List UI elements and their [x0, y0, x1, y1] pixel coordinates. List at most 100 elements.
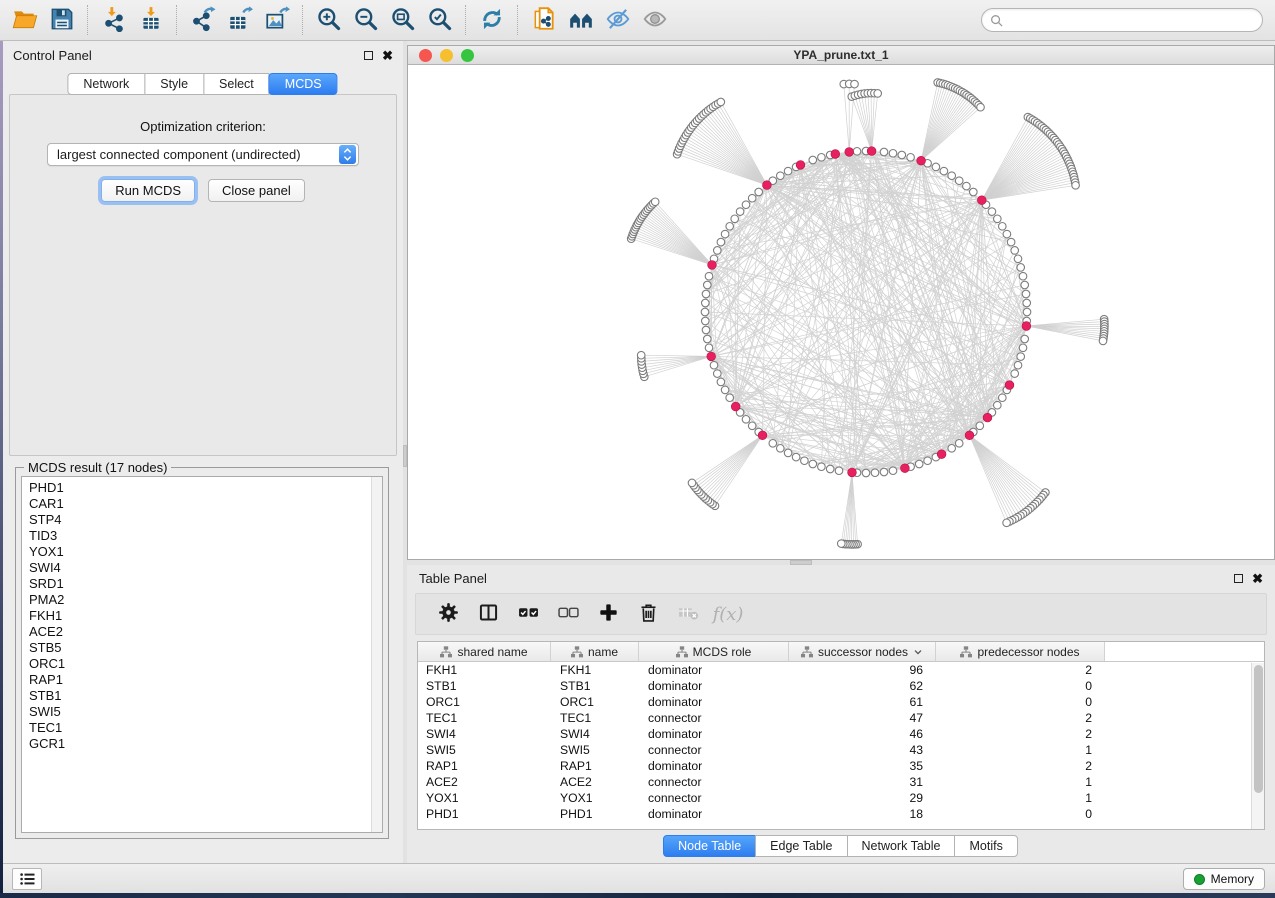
column-label: name — [588, 645, 618, 659]
column-header-successor-nodes[interactable]: successor nodes — [789, 642, 936, 661]
table-row[interactable]: FKH1FKH1dominator962 — [418, 662, 1264, 678]
table-row[interactable]: ACE2ACE2connector311 — [418, 774, 1264, 790]
close-panel-icon[interactable]: ✖ — [382, 49, 393, 62]
run-mcds-button[interactable]: Run MCDS — [101, 179, 195, 202]
table-row[interactable]: YOX1YOX1connector291 — [418, 790, 1264, 806]
open-file-button[interactable] — [6, 3, 43, 37]
network-window-title: YPA_prune.txt_1 — [793, 48, 888, 62]
mcds-result-node[interactable]: SWI5 — [29, 704, 382, 720]
show-graphics-details-button[interactable] — [636, 3, 673, 37]
export-table-button[interactable] — [221, 3, 258, 37]
mcds-result-node[interactable]: ORC1 — [29, 656, 382, 672]
mcds-result-node[interactable]: TEC1 — [29, 720, 382, 736]
cell-name: RAP1 — [551, 759, 639, 773]
search-input[interactable] — [1008, 13, 1254, 27]
table-row[interactable]: RAP1RAP1dominator352 — [418, 758, 1264, 774]
import-table-button[interactable] — [132, 3, 169, 37]
window-close-light[interactable] — [419, 49, 432, 62]
float-table-panel-icon[interactable] — [1234, 574, 1243, 583]
mcds-result-list[interactable]: PHD1CAR1STP4TID3YOX1SWI4SRD1PMA2FKH1ACE2… — [21, 476, 383, 833]
table-settings-button[interactable] — [430, 597, 466, 631]
cell-mcds_role: connector — [639, 743, 789, 757]
mcds-result-node[interactable]: ACE2 — [29, 624, 382, 640]
export-network-button[interactable] — [184, 3, 221, 37]
tab-style[interactable]: Style — [144, 73, 204, 95]
mcds-result-node[interactable]: PHD1 — [29, 480, 382, 496]
tab-node-table[interactable]: Node Table — [663, 835, 756, 857]
close-panel-button[interactable]: Close panel — [208, 179, 305, 202]
tab-mcds[interactable]: MCDS — [269, 73, 338, 95]
column-header-name[interactable]: name — [551, 642, 639, 661]
refresh-layout-button[interactable] — [473, 3, 510, 37]
select-all-columns-button[interactable] — [510, 597, 546, 631]
tab-select[interactable]: Select — [203, 73, 270, 95]
share-document-button[interactable] — [525, 3, 562, 37]
toolbar-separator — [176, 5, 177, 35]
cell-name: YOX1 — [551, 791, 639, 805]
mcds-result-node[interactable]: STB5 — [29, 640, 382, 656]
criterion-selected-value: largest connected component (undirected) — [48, 147, 337, 162]
zoom-in-button[interactable] — [310, 3, 347, 37]
table-row[interactable]: PHD1PHD1dominator180 — [418, 806, 1264, 822]
table-scrollbar-thumb[interactable] — [1254, 665, 1263, 793]
mcds-result-node[interactable]: TID3 — [29, 528, 382, 544]
mcds-result-node[interactable]: PMA2 — [29, 592, 382, 608]
hide-graphics-details-button[interactable] — [599, 3, 636, 37]
zoom-fit-button[interactable] — [384, 3, 421, 37]
mcds-result-node[interactable]: YOX1 — [29, 544, 382, 560]
tab-network-table[interactable]: Network Table — [847, 835, 956, 857]
memory-button-label: Memory — [1211, 872, 1254, 886]
create-column-button[interactable] — [590, 597, 626, 631]
network-view-canvas[interactable] — [408, 65, 1274, 559]
window-minimize-light[interactable] — [440, 49, 453, 62]
network-graph[interactable] — [408, 65, 1274, 559]
tab-motifs[interactable]: Motifs — [954, 835, 1017, 857]
search-box[interactable] — [981, 8, 1263, 32]
network-overview-button[interactable] — [562, 3, 599, 37]
show-column-panel-button[interactable] — [470, 597, 506, 631]
column-header-predecessor-nodes[interactable]: predecessor nodes — [936, 642, 1105, 661]
table-row[interactable]: SWI5SWI5connector431 — [418, 742, 1264, 758]
mcds-result-node[interactable]: GCR1 — [29, 736, 382, 752]
window-maximize-light[interactable] — [461, 49, 474, 62]
table-row[interactable]: ORC1ORC1dominator610 — [418, 694, 1264, 710]
tab-edge-table[interactable]: Edge Table — [755, 835, 847, 857]
toolbar-separator — [465, 5, 466, 35]
refresh-icon — [479, 6, 505, 35]
panel-menu-button[interactable] — [12, 868, 42, 890]
zoom-in-icon — [316, 6, 342, 35]
close-table-panel-icon[interactable]: ✖ — [1252, 572, 1263, 585]
mcds-result-node[interactable]: RAP1 — [29, 672, 382, 688]
mcds-result-node[interactable]: SRD1 — [29, 576, 382, 592]
cell-mcds_role: dominator — [639, 663, 789, 677]
zoom-out-button[interactable] — [347, 3, 384, 37]
optimization-criterion-select[interactable]: largest connected component (undirected) — [47, 143, 359, 166]
save-session-button[interactable] — [43, 3, 80, 37]
network-window-titlebar[interactable]: YPA_prune.txt_1 — [408, 46, 1274, 65]
column-header-shared-name[interactable]: shared name — [418, 642, 551, 661]
zoom-selected-button[interactable] — [421, 3, 458, 37]
mcds-result-node[interactable]: STB1 — [29, 688, 382, 704]
table-panel: Table Panel ✖ f(x) shared namenameMCDS r… — [407, 565, 1275, 863]
memory-button[interactable]: Memory — [1183, 868, 1265, 890]
mcds-result-node[interactable]: SWI4 — [29, 560, 382, 576]
mcds-result-node[interactable]: FKH1 — [29, 608, 382, 624]
delete-column-button[interactable] — [630, 597, 666, 631]
import-network-button[interactable] — [95, 3, 132, 37]
mcds-result-node[interactable]: CAR1 — [29, 496, 382, 512]
tab-network[interactable]: Network — [67, 73, 145, 95]
cell-predecessor_nodes: 0 — [936, 695, 1105, 709]
result-list-scrollbar[interactable] — [371, 477, 382, 832]
table-row[interactable]: STB1STB1dominator620 — [418, 678, 1264, 694]
table-row[interactable]: TEC1TEC1connector472 — [418, 710, 1264, 726]
column-header-MCDS-role[interactable]: MCDS role — [639, 642, 789, 661]
float-panel-icon[interactable] — [364, 51, 373, 60]
cell-shared_name: ORC1 — [418, 695, 551, 709]
table-scrollbar[interactable] — [1251, 663, 1264, 829]
table-row[interactable]: SWI4SWI4dominator462 — [418, 726, 1264, 742]
mcds-result-node[interactable]: STP4 — [29, 512, 382, 528]
export-image-button[interactable] — [258, 3, 295, 37]
status-bar: Memory — [3, 863, 1275, 893]
deselect-all-columns-button[interactable] — [550, 597, 586, 631]
check-boxes-icon — [518, 602, 539, 626]
